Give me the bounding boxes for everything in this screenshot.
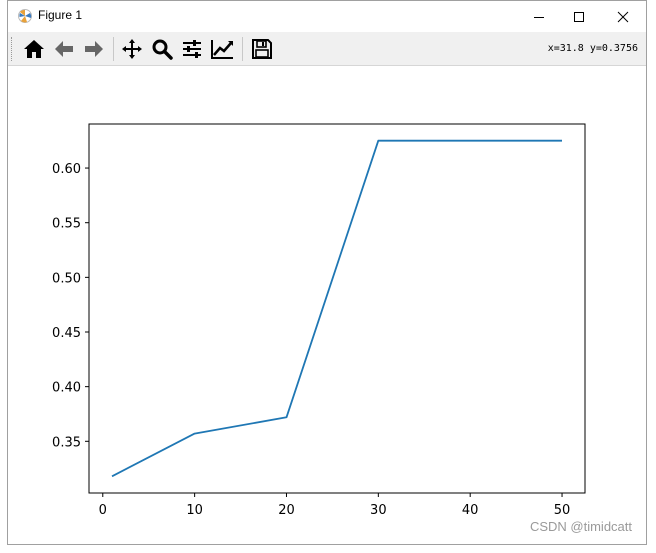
- data-series-line: [111, 139, 562, 478]
- cursor-coordinates: x=31.8 y=0.3756: [547, 43, 638, 54]
- matplotlib-app-icon: [18, 9, 32, 23]
- y-tick-label: 0.35: [52, 435, 81, 450]
- x-tick-label: 0: [99, 503, 107, 518]
- toolbar-separator: [242, 37, 243, 61]
- y-tick-label: 0.45: [52, 326, 81, 341]
- x-tick-label: 10: [186, 503, 203, 518]
- zoom-button[interactable]: [148, 36, 176, 62]
- y-tick-label: 0.60: [52, 162, 81, 177]
- watermark: CSDN @timidcatt: [529, 519, 632, 534]
- window-title: Figure 1: [38, 8, 83, 22]
- close-button[interactable]: [600, 1, 646, 32]
- y-tick-label: 0.50: [52, 271, 81, 286]
- x-tick-label: 50: [554, 503, 571, 518]
- plot-area[interactable]: 0 10 20 30 40 50 0.35 0.40 0.45 0.50 0.55 0.60: [8, 66, 646, 544]
- x-tick-label: 40: [462, 503, 479, 518]
- maximize-button[interactable]: [556, 1, 602, 32]
- save-button[interactable]: [248, 36, 276, 62]
- close-icon: [617, 11, 629, 22]
- back-arrow-icon: [55, 41, 73, 57]
- edit-axis-icon: [211, 40, 233, 59]
- pan-button[interactable]: [118, 36, 146, 62]
- configure-subplots-icon: [183, 40, 201, 58]
- x-tick-label: 30: [370, 503, 387, 518]
- y-tick-label: 0.40: [52, 381, 81, 396]
- pan-icon: [122, 39, 142, 59]
- toolbar-grip: [11, 37, 14, 61]
- forward-arrow-icon: [85, 41, 103, 57]
- title-bar: Figure 1: [8, 1, 646, 32]
- y-tick-label: 0.55: [52, 217, 81, 232]
- configure-subplots-button[interactable]: [178, 36, 206, 62]
- forward-button[interactable]: [80, 36, 108, 62]
- navigation-toolbar: x=31.8 y=0.3756: [8, 32, 646, 66]
- figure-canvas[interactable]: 0 10 20 30 40 50 0.35 0.40 0.45 0.50 0.55 0.60: [8, 66, 646, 544]
- axes-frame: [88, 123, 586, 494]
- toolbar-separator: [113, 37, 114, 61]
- back-button[interactable]: [50, 36, 78, 62]
- home-icon: [24, 40, 44, 58]
- edit-axis-button[interactable]: [208, 36, 236, 62]
- zoom-icon: [152, 39, 173, 60]
- minimize-icon: [534, 16, 544, 18]
- home-button[interactable]: [20, 36, 48, 62]
- figure-window: Figure 1 x=31.8 y=0.3756 0 10 20 30 40 5…: [7, 0, 647, 545]
- maximize-icon: [574, 11, 584, 22]
- save-icon: [252, 39, 272, 59]
- x-tick-label: 20: [278, 503, 295, 518]
- tick-group: 0 10 20 30 40 50 0.35 0.40 0.45 0.50 0.55 0.60: [52, 162, 570, 518]
